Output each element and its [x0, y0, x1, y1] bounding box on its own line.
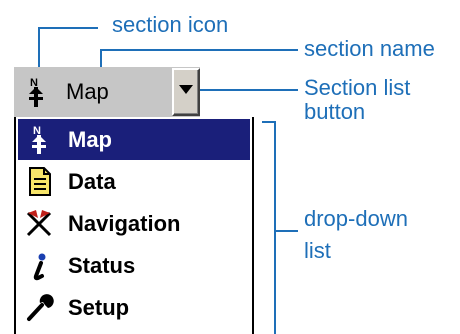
callout-line-section-list-button	[200, 89, 298, 91]
section-name: Map	[66, 79, 109, 104]
callout-dropdown-list-line2: list	[304, 238, 331, 263]
callout-section-list-button-line2: button	[304, 99, 366, 124]
map-north-icon: N	[24, 75, 48, 109]
callout-line-section-name-h	[100, 49, 298, 51]
dropdown-item-label: Map	[68, 127, 112, 152]
dropdown-item-label: Navigation	[68, 211, 181, 236]
dropdown-item-navigation[interactable]: Navigation	[18, 203, 250, 244]
dropdown-item-map[interactable]: N Map	[18, 119, 250, 160]
map-north-icon: N	[24, 123, 54, 155]
dropdown-arrow-icon	[179, 85, 193, 94]
dropdown-item-status[interactable]: Status	[18, 245, 250, 286]
callout-section-name: section name	[304, 36, 435, 61]
dropdown-item-label: Status	[68, 253, 136, 278]
callout-line-bracket-vertical	[274, 121, 276, 334]
section-list-button[interactable]	[172, 68, 200, 116]
dropdown-item-setup[interactable]: Setup	[18, 287, 250, 328]
wrench-icon	[24, 291, 54, 323]
callout-section-list-button: Section list button	[304, 76, 410, 124]
dropdown-item-data[interactable]: Data	[18, 161, 250, 202]
callout-line-section-icon-h	[38, 27, 98, 29]
info-icon	[24, 249, 54, 281]
callout-dropdown-list: drop-down list	[304, 207, 408, 263]
callout-line-section-icon-v	[38, 27, 40, 69]
navigation-flags-icon	[24, 207, 54, 239]
section-selector[interactable]: N Map	[14, 67, 200, 117]
callout-section-icon: section icon	[112, 12, 229, 37]
callout-line-dropdown-list	[274, 230, 298, 232]
callout-section-list-button-line1: Section list	[304, 75, 411, 100]
dropdown-item-label: Data	[68, 169, 116, 194]
section-dropdown-list: N Map Data Navigation Status Setup	[14, 117, 254, 334]
dropdown-item-label: Setup	[68, 295, 130, 320]
document-icon	[24, 165, 54, 197]
callout-dropdown-list-line1: drop-down	[304, 206, 408, 231]
